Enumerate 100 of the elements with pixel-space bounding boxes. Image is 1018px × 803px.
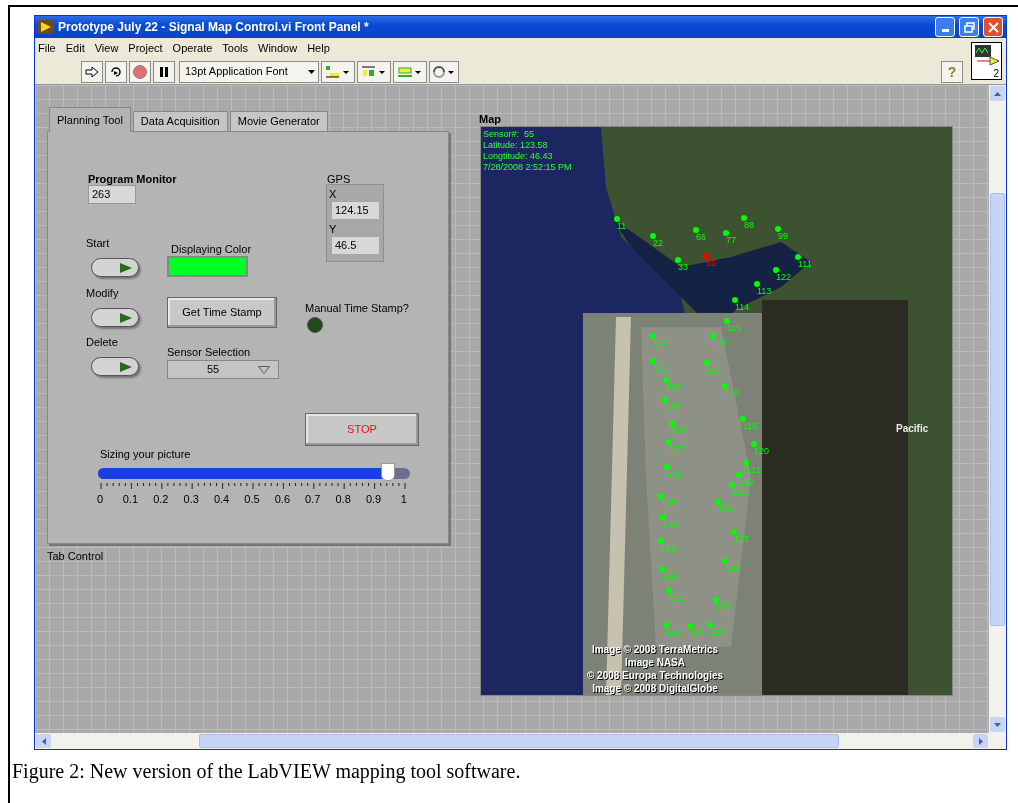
slider-thumb[interactable] bbox=[381, 463, 396, 481]
menu-item[interactable]: Help bbox=[307, 40, 330, 57]
sensor-pin[interactable] bbox=[614, 216, 620, 222]
sensor-label: 113 bbox=[757, 287, 772, 296]
menu-item[interactable]: Window bbox=[258, 40, 298, 57]
sensor-pin[interactable] bbox=[773, 267, 779, 273]
triangle-icon bbox=[119, 360, 133, 373]
sensor-pin[interactable] bbox=[741, 215, 747, 221]
close-icon bbox=[987, 21, 999, 33]
scroll-thumb[interactable] bbox=[990, 193, 1005, 626]
program-monitor-label: Program Monitor bbox=[88, 172, 177, 187]
menu-item[interactable]: File bbox=[38, 40, 56, 57]
sensor-label: 88 bbox=[744, 221, 754, 230]
sensor-label: 142 bbox=[653, 339, 669, 348]
sensor-label: 122 bbox=[776, 273, 792, 282]
sensor-label: 124 bbox=[718, 505, 734, 514]
sensor-label: 116 bbox=[713, 339, 728, 348]
sensor-label: 55 bbox=[706, 259, 716, 268]
window-title: Prototype July 22 - Signal Map Control.vi Front Panel * bbox=[58, 19, 369, 36]
distribute-objects-icon[interactable] bbox=[357, 60, 391, 83]
scroll-right-button[interactable] bbox=[973, 734, 988, 748]
run-continuously-icon[interactable] bbox=[105, 60, 127, 83]
sensor-info-text: Latitude: 123.58 bbox=[483, 140, 549, 151]
manual-time-stamp-label: Manual Time Stamp? bbox=[305, 301, 409, 316]
gps-x-label: X bbox=[329, 187, 338, 201]
toggle-label: Delete bbox=[86, 337, 118, 348]
place-label: Pacific bbox=[896, 422, 929, 436]
scroll-left-button[interactable] bbox=[36, 734, 51, 748]
oval-button[interactable] bbox=[91, 308, 139, 327]
slider-label: Sizing your picture bbox=[100, 447, 191, 462]
map-label: Map bbox=[479, 112, 501, 127]
sensor-label: 131 bbox=[669, 594, 685, 603]
sensor-label: 22 bbox=[653, 239, 663, 248]
sensor-label: 117 bbox=[707, 366, 722, 375]
sensor-label: 130 bbox=[666, 628, 682, 637]
sensor-label: 99 bbox=[778, 232, 788, 241]
sensor-info-text: 7/28/2008 2:52:15 PM bbox=[483, 162, 572, 173]
sensor-label: 66 bbox=[696, 233, 706, 242]
oval-button[interactable] bbox=[91, 357, 139, 376]
sensor-pin[interactable] bbox=[754, 281, 760, 287]
menu-item[interactable]: View bbox=[94, 40, 119, 57]
sensor-pin[interactable] bbox=[693, 227, 699, 233]
align-objects-icon[interactable] bbox=[321, 60, 355, 83]
scale-label: 1 bbox=[400, 492, 407, 507]
oval-button[interactable] bbox=[91, 258, 139, 277]
sensor-label: 127 bbox=[716, 603, 732, 612]
sensor-label: 11 bbox=[617, 222, 627, 231]
pause-icon[interactable] bbox=[153, 60, 175, 83]
font-dropdown[interactable]: 13pt Application Font bbox=[179, 60, 319, 83]
scroll-down-button[interactable] bbox=[990, 717, 1005, 732]
sensor-pin[interactable] bbox=[795, 254, 801, 260]
close-button[interactable] bbox=[983, 17, 1003, 37]
vertical-scrollbar[interactable] bbox=[989, 85, 1006, 733]
sensor-info-text: Sensor#: 55 bbox=[483, 129, 536, 140]
menu-item[interactable]: Tools bbox=[222, 40, 249, 57]
sensor-label: 138 bbox=[672, 427, 688, 436]
vi-icon-number: 2 bbox=[993, 69, 999, 79]
sensor-pin[interactable] bbox=[732, 297, 738, 303]
restore-button[interactable] bbox=[959, 17, 979, 37]
help-icon[interactable]: ? bbox=[941, 60, 963, 83]
attribution-text: Image NASA bbox=[625, 656, 685, 669]
displaying-color-label: Displaying Color bbox=[171, 242, 252, 257]
sensor-label: 114 bbox=[735, 303, 750, 312]
gps-x-field: 124.15 bbox=[332, 202, 379, 219]
sensor-label: 135 bbox=[661, 499, 677, 508]
sensor-label: 118 bbox=[725, 389, 740, 398]
tab[interactable]: Planning Tool bbox=[49, 107, 131, 132]
sensor-label: 137 bbox=[669, 445, 685, 454]
sensor-label: 133 bbox=[661, 544, 677, 553]
get-time-stamp-button[interactable]: Get Time Stamp bbox=[167, 297, 277, 328]
tab-control-label: Tab Control bbox=[47, 549, 105, 564]
sensor-pin[interactable] bbox=[650, 233, 656, 239]
minimize-button[interactable] bbox=[935, 17, 955, 37]
menu-item[interactable]: Operate bbox=[172, 40, 213, 57]
sensor-label: 140 bbox=[666, 383, 682, 392]
sensor-info-text: Longtitude: 46.43 bbox=[483, 151, 554, 162]
sensor-pin[interactable] bbox=[723, 230, 729, 236]
sensor-label: 122 bbox=[739, 478, 755, 487]
vi-icon[interactable]: 2 bbox=[971, 42, 1002, 80]
menu-item[interactable]: Project bbox=[128, 40, 163, 57]
dropdown-caret-icon bbox=[308, 69, 315, 74]
waveform-monitor-icon bbox=[972, 43, 1001, 67]
tab[interactable]: Movie Generator bbox=[229, 111, 328, 131]
menu-item[interactable]: Edit bbox=[65, 40, 85, 57]
sensor-pin[interactable] bbox=[675, 257, 681, 263]
sensor-label: 119 bbox=[743, 422, 758, 431]
sensor-label: 33 bbox=[678, 263, 688, 272]
tab[interactable]: Data Acquisition bbox=[132, 111, 228, 131]
horizontal-scrollbar[interactable] bbox=[35, 733, 1006, 749]
reorder-icon[interactable] bbox=[429, 60, 459, 83]
sensor-label: 136 bbox=[667, 470, 683, 479]
sensor-label: 123 bbox=[732, 488, 748, 497]
figure-caption: Figure 2: New version of the LabVIEW mapping tool software. bbox=[12, 759, 522, 785]
scroll-up-button[interactable] bbox=[990, 86, 1005, 101]
sensor-selection-dropdown[interactable]: 55 bbox=[167, 360, 279, 379]
dropdown-caret-icon bbox=[258, 365, 270, 374]
sensor-pin[interactable] bbox=[775, 226, 781, 232]
scroll-thumb[interactable] bbox=[199, 734, 839, 748]
resize-objects-icon[interactable] bbox=[393, 60, 427, 83]
down-arrow-icon bbox=[994, 722, 1001, 727]
